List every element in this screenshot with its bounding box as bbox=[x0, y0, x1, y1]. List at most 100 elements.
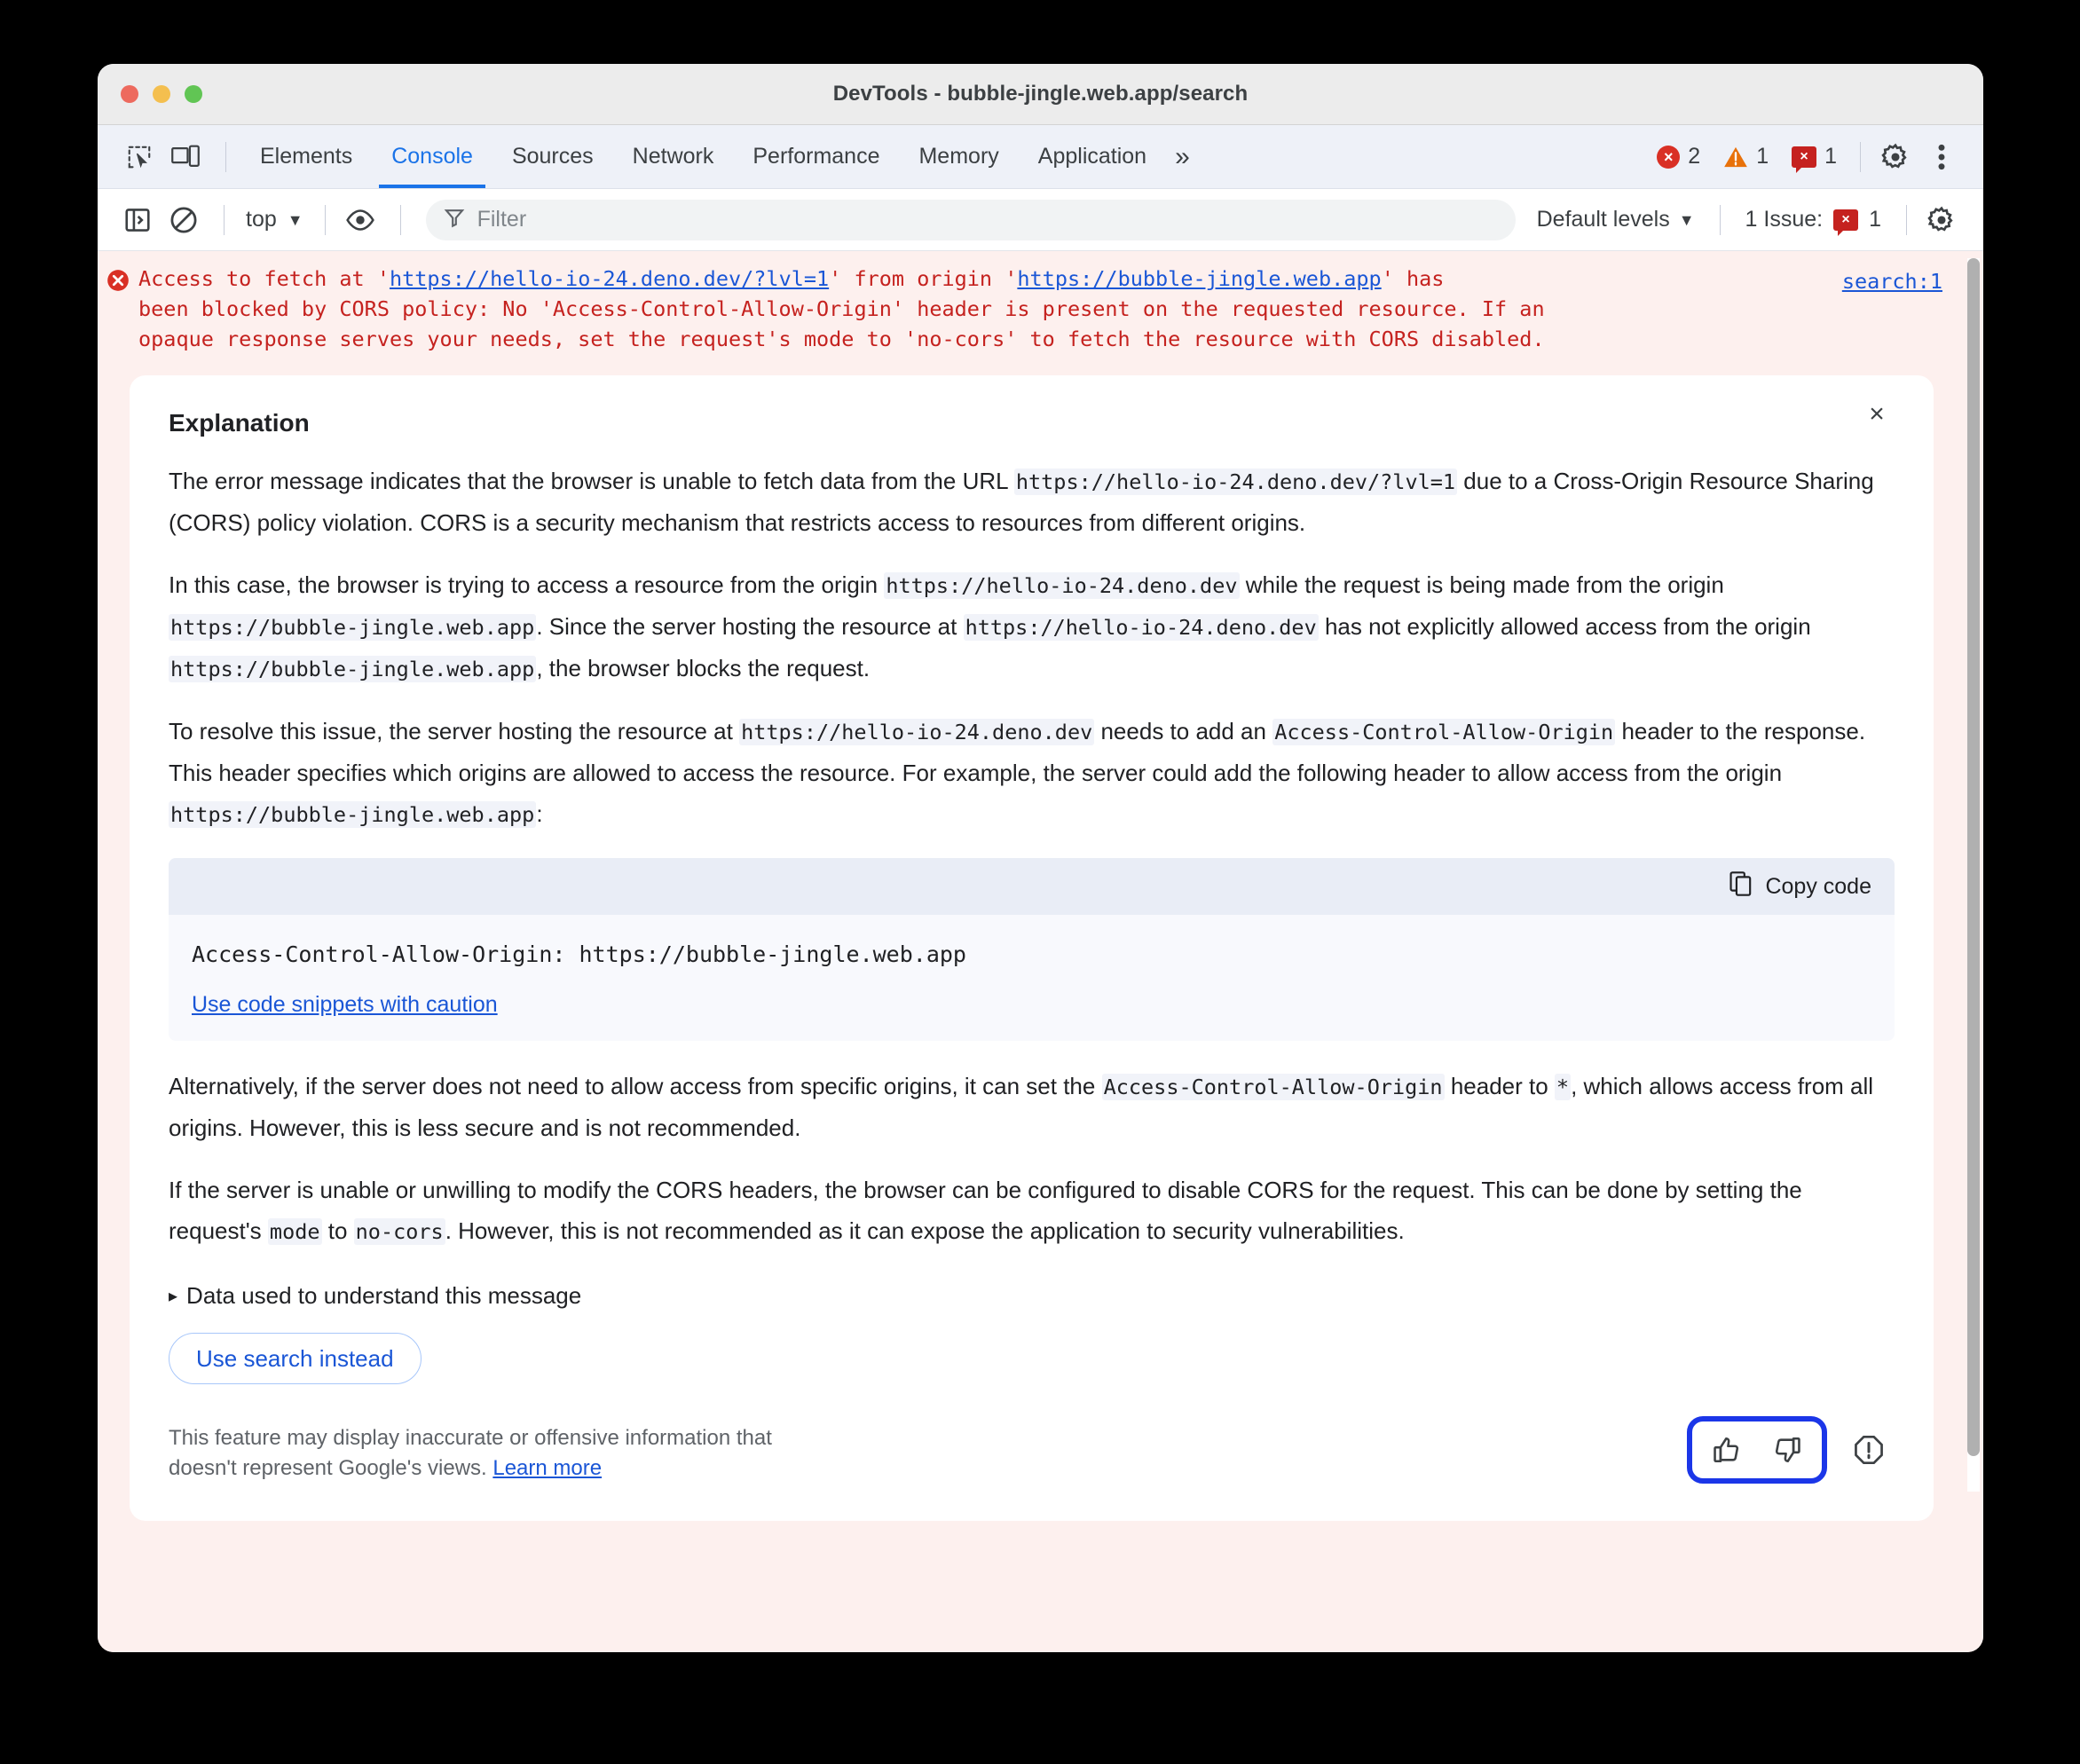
console-error-text: Access to fetch at 'https://hello-io-24.… bbox=[138, 264, 1983, 354]
console-divider-2 bbox=[324, 204, 326, 235]
source-location-link[interactable]: search:1 bbox=[1842, 269, 1942, 294]
tab-network[interactable]: Network bbox=[613, 125, 734, 188]
warning-counter[interactable]: 1 bbox=[1714, 144, 1777, 169]
disclaimer-line-2: doesn't represent Google's views. bbox=[169, 1456, 493, 1480]
execution-context-value: top bbox=[246, 207, 277, 232]
execution-context-selector[interactable]: top ▼ bbox=[239, 207, 311, 232]
warning-icon bbox=[1723, 146, 1748, 169]
feedback-controls bbox=[1687, 1416, 1895, 1484]
issues-summary[interactable]: 1 Issue: × 1 bbox=[1735, 207, 1892, 236]
devtools-tabstrip: Elements Console Sources Network Perform… bbox=[98, 125, 1983, 189]
console-toolbar: top ▼ Filter Default levels ▼ 1 Issue: ×… bbox=[98, 189, 1983, 251]
thumb-up-icon[interactable] bbox=[1701, 1427, 1753, 1473]
p1-part1: The error message indicates that the bro… bbox=[169, 468, 1014, 494]
issues-summary-count: 1 bbox=[1869, 207, 1881, 232]
explanation-card: × Explanation The error message indicate… bbox=[130, 375, 1934, 1521]
p1-code1: https://hello-io-24.deno.dev/?lvl=1 bbox=[1013, 469, 1458, 495]
console-error-message[interactable]: Access to fetch at 'https://hello-io-24.… bbox=[98, 251, 1983, 363]
close-icon[interactable]: × bbox=[1859, 397, 1895, 432]
p3-code2: Access-Control-Allow-Origin bbox=[1272, 719, 1616, 745]
issue-icon: × bbox=[1792, 146, 1817, 173]
learn-more-link[interactable]: Learn more bbox=[492, 1456, 602, 1480]
rating-buttons-focus-ring bbox=[1687, 1416, 1827, 1484]
filter-icon bbox=[444, 207, 465, 232]
copy-icon bbox=[1729, 870, 1753, 902]
error-url-link-2[interactable]: https://bubble-jingle.web.app bbox=[1017, 266, 1381, 291]
error-url-link-1[interactable]: https://hello-io-24.deno.dev/?lvl=1 bbox=[390, 266, 829, 291]
tab-elements[interactable]: Elements bbox=[240, 125, 372, 188]
explanation-footer: This feature may display inaccurate or o… bbox=[169, 1416, 1895, 1484]
data-used-disclosure[interactable]: ▸ Data used to understand this message bbox=[169, 1282, 1895, 1310]
panel-tabs: Elements Console Sources Network Perform… bbox=[240, 125, 1166, 188]
p4-code1: Access-Control-Allow-Origin bbox=[1101, 1074, 1445, 1100]
tab-memory[interactable]: Memory bbox=[899, 125, 1018, 188]
console-sidebar-icon[interactable] bbox=[117, 200, 158, 240]
status-counters: × 2 1 × 1 bbox=[1648, 144, 1846, 173]
console-divider-3 bbox=[399, 204, 401, 235]
code-snippet: Access-Control-Allow-Origin: https://bub… bbox=[192, 941, 966, 967]
p2-part3: . Since the server hosting the resource … bbox=[536, 613, 964, 640]
console-divider-5 bbox=[1906, 204, 1907, 235]
explanation-paragraph-2: In this case, the browser is trying to a… bbox=[169, 564, 1895, 689]
p5-code2: no-cors bbox=[353, 1218, 445, 1245]
code-block-header: Copy code bbox=[169, 858, 1895, 915]
issues-count: 1 bbox=[1824, 144, 1837, 169]
copy-code-label: Copy code bbox=[1765, 873, 1871, 899]
explanation-paragraph-5: If the server is unable or unwilling to … bbox=[169, 1169, 1895, 1252]
p2-part4: has not explicitly allowed access from t… bbox=[1318, 613, 1811, 640]
warning-count: 1 bbox=[1756, 144, 1769, 169]
tab-application[interactable]: Application bbox=[1019, 125, 1166, 188]
report-warning-icon[interactable] bbox=[1843, 1427, 1895, 1473]
tab-sources[interactable]: Sources bbox=[492, 125, 613, 188]
error-mid: ' from origin ' bbox=[829, 266, 1018, 291]
toolbar-divider bbox=[225, 141, 226, 172]
log-levels-label: Default levels bbox=[1536, 207, 1670, 232]
issues-counter[interactable]: × 1 bbox=[1783, 144, 1846, 173]
device-toolbar-icon[interactable] bbox=[165, 137, 206, 177]
p2-code1: https://hello-io-24.deno.dev bbox=[884, 572, 1240, 599]
inspect-element-icon[interactable] bbox=[119, 137, 160, 177]
p2-code4: https://bubble-jingle.web.app bbox=[169, 656, 537, 682]
window-title: DevTools - bubble-jingle.web.app/search bbox=[832, 82, 1249, 106]
tab-console[interactable]: Console bbox=[372, 125, 492, 188]
p3-part2: needs to add an bbox=[1094, 718, 1273, 744]
code-caution-link[interactable]: Use code snippets with caution bbox=[192, 992, 498, 1017]
p4-part1: Alternatively, if the server does not ne… bbox=[169, 1073, 1102, 1099]
toolbar-divider-2 bbox=[1860, 141, 1861, 172]
copy-code-button[interactable]: Copy code bbox=[1729, 870, 1871, 902]
error-counter[interactable]: × 2 bbox=[1648, 144, 1709, 169]
error-prefix: Access to fetch at ' bbox=[138, 266, 390, 291]
p2-part2: while the request is being made from the… bbox=[1239, 571, 1724, 598]
gear-icon-console[interactable] bbox=[1921, 200, 1962, 240]
clear-console-icon[interactable] bbox=[163, 200, 204, 240]
thumb-down-icon[interactable] bbox=[1761, 1427, 1813, 1473]
issue-icon-toolbar: × bbox=[1833, 209, 1859, 236]
more-tabs-icon[interactable]: » bbox=[1166, 143, 1199, 170]
issues-summary-label: 1 Issue: bbox=[1745, 207, 1824, 232]
more-vertical-icon[interactable] bbox=[1921, 137, 1962, 177]
filter-placeholder: Filter bbox=[477, 207, 527, 232]
p3-code1: https://hello-io-24.deno.dev bbox=[739, 719, 1095, 745]
p2-code3: https://hello-io-24.deno.dev bbox=[963, 614, 1319, 641]
p4-code2: * bbox=[1554, 1074, 1572, 1100]
scrollbar-thumb[interactable] bbox=[1967, 258, 1980, 1456]
explanation-paragraph-1: The error message indicates that the bro… bbox=[169, 461, 1895, 543]
feature-disclaimer: This feature may display inaccurate or o… bbox=[169, 1423, 772, 1484]
p5-part3: . However, this is not recommended as it… bbox=[445, 1217, 1405, 1244]
error-icon: × bbox=[1657, 145, 1681, 169]
gear-icon[interactable] bbox=[1875, 137, 1916, 177]
live-expression-icon[interactable] bbox=[340, 200, 381, 240]
console-scrollbar[interactable] bbox=[1967, 258, 1980, 1492]
use-search-instead-button[interactable]: Use search instead bbox=[169, 1333, 422, 1384]
console-message-area: Access to fetch at 'https://hello-io-24.… bbox=[98, 251, 1983, 1652]
error-count: 2 bbox=[1688, 144, 1701, 169]
chevron-down-icon: ▼ bbox=[287, 210, 303, 229]
log-levels-selector[interactable]: Default levels ▼ bbox=[1526, 207, 1706, 232]
p5-code1: mode bbox=[267, 1218, 322, 1245]
p2-part5: , the browser blocks the request. bbox=[536, 655, 871, 681]
tab-performance[interactable]: Performance bbox=[733, 125, 899, 188]
p2-code2: https://bubble-jingle.web.app bbox=[169, 614, 537, 641]
page-title: Explanation bbox=[169, 409, 310, 437]
filter-input[interactable]: Filter bbox=[425, 199, 1516, 240]
explanation-paragraph-3: To resolve this issue, the server hostin… bbox=[169, 711, 1895, 835]
